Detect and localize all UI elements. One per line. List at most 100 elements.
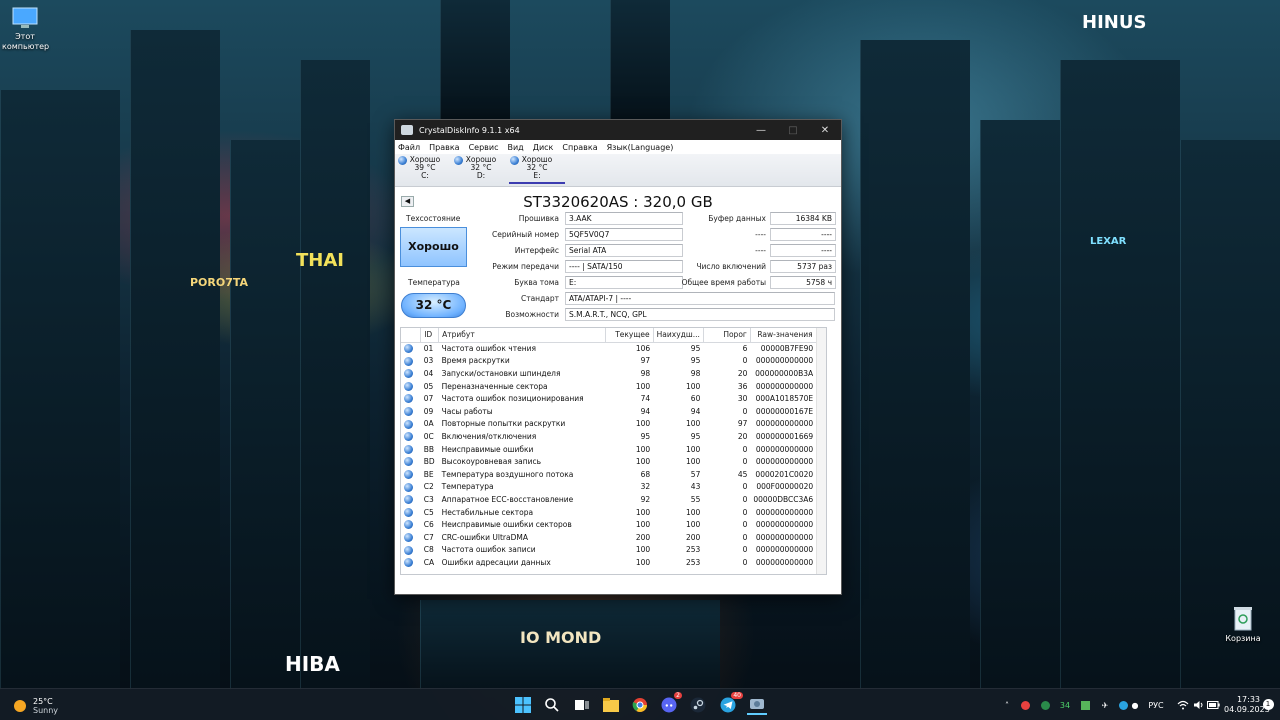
language-indicator[interactable]: РУС xyxy=(1146,698,1166,712)
discord-button[interactable]: 2 xyxy=(659,692,682,715)
attribute-worst: 94 xyxy=(690,406,701,416)
attribute-worst: 100 xyxy=(686,457,701,467)
tray-app-icon[interactable]: ✈ xyxy=(1098,698,1112,712)
volume-icon[interactable] xyxy=(1192,698,1206,712)
column-id[interactable]: ID xyxy=(420,328,440,343)
table-row[interactable]: 09 Часы работы 94 94 0 00000000167E xyxy=(401,405,826,418)
neon-sign-porotta: PORO7TA xyxy=(190,276,249,289)
column-raw-values[interactable]: Raw-значения xyxy=(750,328,817,343)
table-row[interactable]: C8 Частота ошибок записи 100 253 0 0000000000… xyxy=(401,544,826,557)
table-row[interactable]: C6 Неисправимые ошибки секторов 100 100 0 000… xyxy=(401,518,826,531)
microphone-icon[interactable]: ● xyxy=(1128,698,1142,712)
column-status[interactable] xyxy=(401,328,422,343)
telegram-button[interactable]: 40 xyxy=(718,692,743,715)
table-row[interactable]: BD Высокоуровневая запись 100 100 0 000000000… xyxy=(401,455,826,468)
attribute-threshold: 0 xyxy=(742,356,748,366)
attribute-current: 100 xyxy=(635,381,651,391)
column-worst[interactable]: Наихудш... xyxy=(653,328,704,343)
wifi-icon[interactable] xyxy=(1176,698,1190,712)
attribute-raw: 000000001669 xyxy=(755,431,814,441)
close-button[interactable]: ✕ xyxy=(809,120,841,140)
table-row[interactable]: CA Ошибки адресации данных 100 253 0 00000000… xyxy=(401,556,826,569)
table-row[interactable]: BB Неисправимые ошибки 100 100 0 000000000000 xyxy=(401,443,826,456)
attribute-threshold: 0 xyxy=(742,557,748,567)
taskbar: 25°C Sunny 2 40 ˄ 34 ✈ ● РУС 17:33 04.09… xyxy=(0,688,1280,720)
attribute-current: 100 xyxy=(635,520,651,530)
neon-sign-hinus: HINUS xyxy=(1082,12,1147,33)
task-view-button[interactable] xyxy=(572,695,592,715)
table-row[interactable]: BE Температура воздушного потока 68 57 45 000… xyxy=(401,468,826,481)
attribute-name: Высокоуровневая запись xyxy=(441,457,542,467)
transfer-mode-value: ---- | SATA/150 xyxy=(565,260,683,273)
attribute-worst: 100 xyxy=(686,381,701,391)
table-row[interactable]: C2 Температура 32 43 0 000F00000020 xyxy=(401,481,826,494)
column-attribute[interactable]: Атрибут xyxy=(438,328,607,343)
attribute-worst: 60 xyxy=(690,394,701,404)
menu-disk[interactable]: Диск xyxy=(533,143,554,152)
steam-button[interactable] xyxy=(688,695,708,715)
file-explorer-button[interactable] xyxy=(601,695,621,715)
maximize-button[interactable]: □ xyxy=(777,120,809,140)
attribute-raw: 000000000000 xyxy=(755,532,814,542)
interface-value: Serial ATA xyxy=(565,244,683,257)
tray-app-icon[interactable] xyxy=(1018,698,1032,712)
table-row[interactable]: 04 Запуски/остановки шпинделя 98 98 20 000000… xyxy=(401,367,826,380)
menu-file[interactable]: Файл xyxy=(398,143,420,152)
chrome-button[interactable] xyxy=(630,695,650,715)
desktop-icon-recycle-bin[interactable]: Корзина xyxy=(1220,604,1266,644)
row-status-icon xyxy=(401,481,421,494)
tray-counter[interactable]: 34 xyxy=(1058,698,1072,712)
menu-help[interactable]: Справка xyxy=(562,143,597,152)
table-scrollbar[interactable] xyxy=(816,328,826,574)
attribute-id: 05 xyxy=(423,381,434,391)
attribute-raw: 000000000000 xyxy=(755,356,814,366)
search-button[interactable] xyxy=(542,695,562,715)
table-row[interactable]: C5 Нестабильные сектора 100 100 0 00000000000… xyxy=(401,506,826,519)
drive-tab-e[interactable]: Хорошо 32 °C E: xyxy=(509,154,565,184)
row-status-icon xyxy=(401,468,421,481)
menu-edit[interactable]: Правка xyxy=(429,143,459,152)
menu-service[interactable]: Сервис xyxy=(469,143,499,152)
standard-label: Стандарт xyxy=(520,294,559,303)
minimize-button[interactable]: — xyxy=(745,120,777,140)
table-row[interactable]: 01 Частота ошибок чтения 106 95 6 00000B7FE90 xyxy=(401,342,826,355)
attribute-current: 74 xyxy=(640,394,651,404)
drive-letter: E: xyxy=(533,171,541,180)
title-bar[interactable]: CrystalDiskInfo 9.1.1 x64 — □ ✕ xyxy=(395,120,841,140)
transfer-mode-label: Режим передачи xyxy=(492,262,559,271)
table-row[interactable]: 07 Частота ошибок позиционирования 74 60 30 0… xyxy=(401,392,826,405)
firmware-label: Прошивка xyxy=(518,214,559,223)
column-current[interactable]: Текущее xyxy=(605,328,654,343)
drive-tab-c[interactable]: Хорошо 39 °C C: xyxy=(397,154,453,184)
attribute-threshold: 0 xyxy=(742,532,748,542)
desktop-icon-this-pc[interactable]: Этот компьютер xyxy=(2,6,49,52)
tray-app-icon[interactable] xyxy=(1078,698,1092,712)
table-row[interactable]: C7 CRC-ошибки UltraDMA 200 200 0 000000000000 xyxy=(401,531,826,544)
table-row[interactable]: C3 Аппаратное ECC-восстановление 92 55 0 0000… xyxy=(401,493,826,506)
chrome-icon xyxy=(632,698,647,712)
attribute-worst: 100 xyxy=(686,507,701,517)
weather-widget[interactable]: 25°C Sunny xyxy=(12,697,58,715)
drive-tab-d[interactable]: Хорошо 32 °C D: xyxy=(453,154,509,184)
desktop-icon-label: Этот xyxy=(15,32,35,41)
table-row[interactable]: 0C Включения/отключения 95 95 20 000000001669 xyxy=(401,430,826,443)
notification-center-icon[interactable]: 1 xyxy=(1261,697,1275,711)
crystaldiskinfo-taskbar-button[interactable] xyxy=(747,695,767,715)
tray-overflow-icon[interactable]: ˄ xyxy=(1000,698,1014,712)
table-row[interactable]: 0A Повторные попытки раскрутки 100 100 97 000… xyxy=(401,418,826,431)
clock[interactable]: 17:33 04.09.2023 xyxy=(1224,695,1270,715)
temperature-badge[interactable]: 32 °C xyxy=(401,293,466,318)
start-button[interactable] xyxy=(513,695,533,715)
table-row[interactable]: 03 Время раскрутки 97 95 0 000000000000 xyxy=(401,355,826,368)
column-threshold[interactable]: Порог xyxy=(703,328,751,343)
battery-icon[interactable] xyxy=(1206,698,1220,712)
health-status-badge[interactable]: Хорошо xyxy=(400,227,467,267)
menu-view[interactable]: Вид xyxy=(507,143,523,152)
attribute-raw: 00000000167E xyxy=(755,406,814,416)
tray-app-icon[interactable] xyxy=(1038,698,1052,712)
table-row[interactable]: 05 Переназначенные сектора 100 100 36 0000000… xyxy=(401,380,826,393)
attribute-raw: 000000000B3A xyxy=(755,368,814,378)
attribute-threshold: 0 xyxy=(742,545,748,555)
menu-language[interactable]: Язык(Language) xyxy=(607,143,674,152)
attribute-raw: 000A1018570E xyxy=(755,394,814,404)
